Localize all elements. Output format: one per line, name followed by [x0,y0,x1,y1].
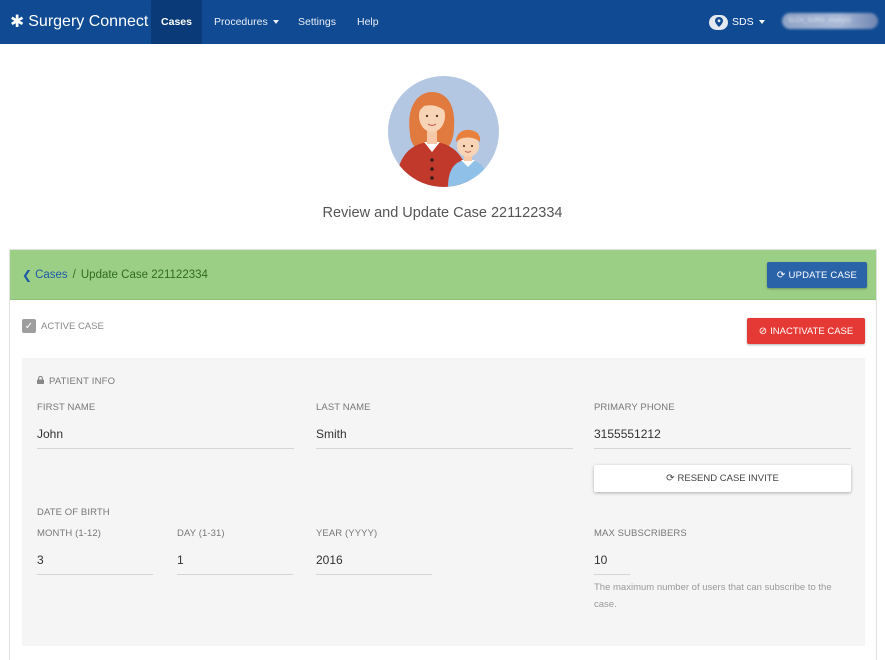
nav-procedures-dropdown[interactable]: Procedures [202,0,291,44]
user-menu[interactable]: SLCH_SURG_sherry02 [782,13,878,29]
first-name-label: FIRST NAME [37,402,96,413]
update-case-button[interactable]: ⟳ UPDATE CASE [767,262,867,288]
inactivate-case-label: INACTIVATE CASE [770,325,854,337]
month-label: MONTH (1-12) [37,528,102,539]
ban-icon: ⊘ [758,325,768,337]
resend-case-invite-label: RESEND CASE INVITE [677,473,779,484]
nav-settings[interactable]: Settings [286,0,348,44]
month-field[interactable]: 3 [37,553,153,575]
date-of-birth-label: DATE OF BIRTH [37,507,110,518]
chevron-left-icon: ❮ [22,268,33,282]
panel-header: ❮ Cases / Update Case 221122334 ⟳ UPDATE… [10,250,876,300]
breadcrumb-current: Update Case 221122334 [80,269,208,281]
primary-phone-field[interactable]: 3155551212 [594,427,851,449]
case-panel: ❮ Cases / Update Case 221122334 ⟳ UPDATE… [9,249,877,660]
patient-avatar [388,76,499,187]
brand-name: Surgery Connect [28,13,149,30]
active-case-toggle[interactable]: ✓ ACTIVE CASE [22,319,104,333]
last-name-label: LAST NAME [316,402,371,413]
update-case-label: UPDATE CASE [788,269,858,281]
primary-phone-label: PRIMARY PHONE [594,402,675,413]
nav-help[interactable]: Help [345,0,391,44]
day-field[interactable]: 1 [177,553,293,575]
max-subscribers-field[interactable]: 10 [594,553,630,575]
caret-down-icon [272,20,279,24]
location-dropdown[interactable]: SDS [709,0,765,44]
map-pin-icon [709,14,728,30]
active-case-label: ACTIVE CASE [41,320,104,332]
max-subscribers-label: MAX SUBSCRIBERS [594,528,687,539]
patient-info-section: PATIENT INFO FIRST NAME John LAST NAME S… [22,358,865,646]
asterisk-icon: ✱ [10,12,25,32]
patient-info-title: PATIENT INFO [49,376,116,387]
nav-procedures-label: Procedures [214,16,268,28]
refresh-icon: ⟳ [666,473,675,484]
last-name-field[interactable]: Smith [316,427,573,449]
nav-settings-label: Settings [298,16,336,28]
brand-logo[interactable]: ✱ Surgery Connect [10,0,148,44]
max-subscribers-help: The maximum number of users that can sub… [594,582,832,610]
day-label: DAY (1-31) [177,528,225,539]
caret-down-icon [758,20,765,24]
breadcrumb: ❮ Cases / Update Case 221122334 [22,250,208,300]
patient-info-heading: PATIENT INFO [37,375,116,387]
breadcrumb-cases-link[interactable]: Cases [35,269,68,281]
nav-cases[interactable]: Cases [151,0,202,44]
refresh-icon: ⟳ [776,269,786,281]
page-title: Review and Update Case 221122334 [322,205,563,221]
location-label: SDS [732,16,754,28]
lock-icon [37,375,44,387]
nav-help-label: Help [357,16,379,28]
user-name: SLCH_SURG_sherry02 [788,18,852,24]
first-name-field[interactable]: John [37,427,294,449]
year-field[interactable]: 2016 [316,553,432,575]
top-navbar: ✱ Surgery Connect Cases Procedures Setti… [0,0,885,44]
nav-cases-label: Cases [161,16,192,28]
check-icon[interactable]: ✓ [22,319,36,333]
year-label: YEAR (YYYY) [316,528,378,539]
inactivate-case-button[interactable]: ⊘ INACTIVATE CASE [747,318,865,344]
breadcrumb-separator: / [72,269,76,281]
resend-case-invite-button[interactable]: ⟳ RESEND CASE INVITE [594,465,851,492]
